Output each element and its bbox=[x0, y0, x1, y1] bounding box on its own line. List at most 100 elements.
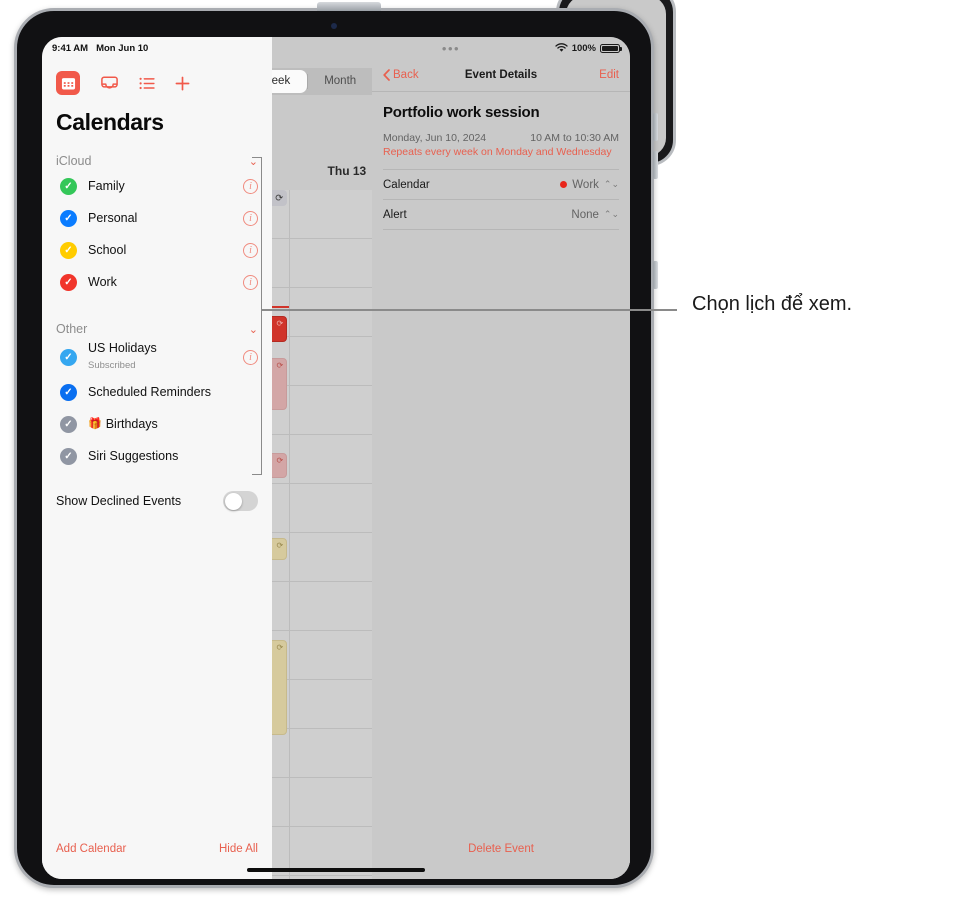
calendar-item-us-holidays[interactable]: ✓ US Holidays Subscribed i bbox=[42, 338, 272, 376]
row-calendar[interactable]: Calendar Work ⌃⌄ bbox=[383, 170, 619, 200]
volume-down-button[interactable] bbox=[653, 151, 658, 179]
page-title: Calendars bbox=[56, 109, 164, 135]
calendar-item-text: School bbox=[88, 243, 126, 257]
checkbox-icon[interactable]: ✓ bbox=[60, 383, 77, 401]
checkbox-icon[interactable]: ✓ bbox=[60, 241, 77, 259]
repeat-icon: ⟳ bbox=[276, 541, 284, 550]
repeat-icon: ⟳ bbox=[276, 361, 284, 370]
calendar-item-text: Family bbox=[88, 179, 125, 193]
event-details-body: Portfolio work session Monday, Jun 10, 2… bbox=[372, 92, 630, 230]
checkbox-icon[interactable]: ✓ bbox=[60, 348, 77, 366]
checkbox-icon[interactable]: ✓ bbox=[60, 447, 77, 465]
calendar-item-text: 🎁 Birthdays bbox=[88, 417, 158, 431]
calendar-item-birthdays[interactable]: ✓ 🎁 Birthdays bbox=[42, 408, 272, 440]
calendar-item-label-wrap: 🎁 Birthdays bbox=[88, 417, 158, 431]
show-declined-events-toggle[interactable] bbox=[223, 491, 258, 511]
battery-percent: 100% bbox=[571, 42, 596, 54]
sidebar-footer: Add Calendar Hide All bbox=[42, 843, 272, 855]
calendars-sidebar: Calendars iCloud ⌄ ✓ Family i ✓ Personal… bbox=[42, 59, 272, 879]
calendar-item-school[interactable]: ✓ School i bbox=[42, 234, 272, 266]
battery-icon bbox=[600, 43, 622, 53]
calendar-item-label: Family bbox=[88, 179, 125, 193]
calendar-glyph bbox=[61, 77, 75, 89]
list-glyph bbox=[139, 77, 155, 89]
show-declined-events-label: Show Declined Events bbox=[56, 494, 182, 508]
segment-month[interactable]: Month bbox=[307, 70, 373, 93]
calendar-item-personal[interactable]: ✓ Personal i bbox=[42, 202, 272, 234]
sidebar-toolbar bbox=[42, 59, 272, 95]
row-calendar-label: Calendar bbox=[383, 178, 430, 191]
group-header-other[interactable]: Other ⌄ bbox=[42, 320, 272, 338]
device-screen: 9:41 AM Mon Jun 10 ••• 100% Week Month T… bbox=[42, 37, 630, 879]
event-date: Monday, Jun 10, 2024 bbox=[383, 132, 487, 144]
group-label-other: Other bbox=[56, 322, 88, 336]
calendar-item-label: Birthdays bbox=[105, 417, 158, 431]
event-title: Portfolio work session bbox=[383, 104, 540, 121]
add-calendar-button[interactable]: Add Calendar bbox=[56, 843, 126, 855]
ipad-device: 9:41 AM Mon Jun 10 ••• 100% Week Month T… bbox=[14, 2, 658, 888]
inbox-icon[interactable] bbox=[100, 75, 119, 91]
group-label-icloud: iCloud bbox=[56, 154, 92, 168]
calendar-item-siri-suggestions[interactable]: ✓ Siri Suggestions bbox=[42, 440, 272, 472]
status-bar-right: ••• 100% bbox=[272, 37, 630, 59]
edit-button[interactable]: Edit bbox=[599, 69, 619, 81]
calendar-item-label: Scheduled Reminders bbox=[88, 385, 211, 399]
calendar-item-label: Siri Suggestions bbox=[88, 449, 179, 463]
checkbox-icon[interactable]: ✓ bbox=[60, 209, 77, 227]
calendar-color-dot bbox=[560, 181, 568, 188]
calendar-item-scheduled-reminders[interactable]: ✓ Scheduled Reminders bbox=[42, 376, 272, 408]
gift-icon: 🎁 bbox=[88, 418, 102, 430]
event-details-panel: Back Event Details Edit Portfolio work s… bbox=[372, 59, 630, 879]
volume-up-button[interactable] bbox=[653, 113, 658, 141]
repeat-icon: ⟳ bbox=[276, 319, 284, 328]
row-alert-value: None ⌃⌄ bbox=[571, 209, 619, 221]
multitask-dots-icon[interactable]: ••• bbox=[442, 42, 460, 55]
inbox-glyph bbox=[101, 76, 118, 89]
checkbox-icon[interactable]: ✓ bbox=[60, 273, 77, 291]
calendar-item-subtitle: Subscribed bbox=[88, 360, 136, 371]
event-repeat-rule: Repeats every week on Monday and Wednesd… bbox=[383, 146, 612, 158]
chevron-left-icon bbox=[383, 69, 390, 81]
calendar-item-label: Personal bbox=[88, 211, 138, 225]
list-view-icon[interactable] bbox=[139, 77, 155, 90]
calendar-item-text: US Holidays Subscribed bbox=[88, 341, 157, 373]
power-button[interactable] bbox=[317, 2, 381, 11]
home-indicator[interactable] bbox=[247, 868, 425, 872]
status-bar-left: 9:41 AM Mon Jun 10 bbox=[42, 37, 272, 59]
calendar-item-label: Work bbox=[88, 275, 117, 289]
back-button[interactable]: Back bbox=[383, 69, 419, 81]
annotation-callout-text: Chọn lịch để xem. bbox=[692, 293, 853, 315]
checkbox-icon[interactable]: ✓ bbox=[60, 415, 77, 433]
repeat-icon: ⟳ bbox=[276, 456, 284, 465]
event-time: 10 AM to 10:30 AM bbox=[530, 132, 619, 144]
calendar-item-family[interactable]: ✓ Family i bbox=[42, 170, 272, 202]
status-bar: 9:41 AM Mon Jun 10 ••• 100% bbox=[42, 37, 630, 59]
repeat-icon: ⟳ bbox=[276, 643, 284, 652]
calendar-item-text: Scheduled Reminders bbox=[88, 385, 211, 399]
status-time: 9:41 AM bbox=[52, 42, 89, 54]
row-calendar-value: Work ⌃⌄ bbox=[560, 179, 619, 191]
alert-value: None bbox=[571, 208, 599, 221]
group-header-icloud[interactable]: iCloud ⌄ bbox=[42, 152, 272, 170]
row-alert-label: Alert bbox=[383, 208, 407, 221]
calendar-item-work[interactable]: ✓ Work i bbox=[42, 266, 272, 298]
chevron-updown-icon[interactable]: ⌃⌄ bbox=[604, 209, 619, 220]
show-declined-events-row[interactable]: Show Declined Events bbox=[42, 486, 272, 516]
calendar-item-text: Siri Suggestions bbox=[88, 449, 178, 463]
checkbox-icon[interactable]: ✓ bbox=[60, 177, 77, 195]
row-alert[interactable]: Alert None ⌃⌄ bbox=[383, 200, 619, 230]
delete-event-button[interactable]: Delete Event bbox=[372, 843, 630, 855]
hide-all-button[interactable]: Hide All bbox=[219, 843, 258, 855]
plus-glyph bbox=[175, 76, 190, 90]
status-date: Mon Jun 10 bbox=[96, 42, 149, 54]
calendar-view-icon[interactable] bbox=[56, 71, 80, 95]
side-button[interactable] bbox=[653, 261, 658, 289]
chevron-updown-icon[interactable]: ⌃⌄ bbox=[604, 179, 619, 190]
calendar-name: Work bbox=[572, 178, 599, 191]
back-label: Back bbox=[393, 69, 419, 81]
wifi-icon bbox=[555, 43, 568, 52]
calendar-item-text: Work bbox=[88, 275, 117, 289]
annotation-leader-line bbox=[262, 309, 677, 311]
add-event-icon[interactable] bbox=[175, 76, 190, 91]
front-camera bbox=[331, 23, 337, 29]
